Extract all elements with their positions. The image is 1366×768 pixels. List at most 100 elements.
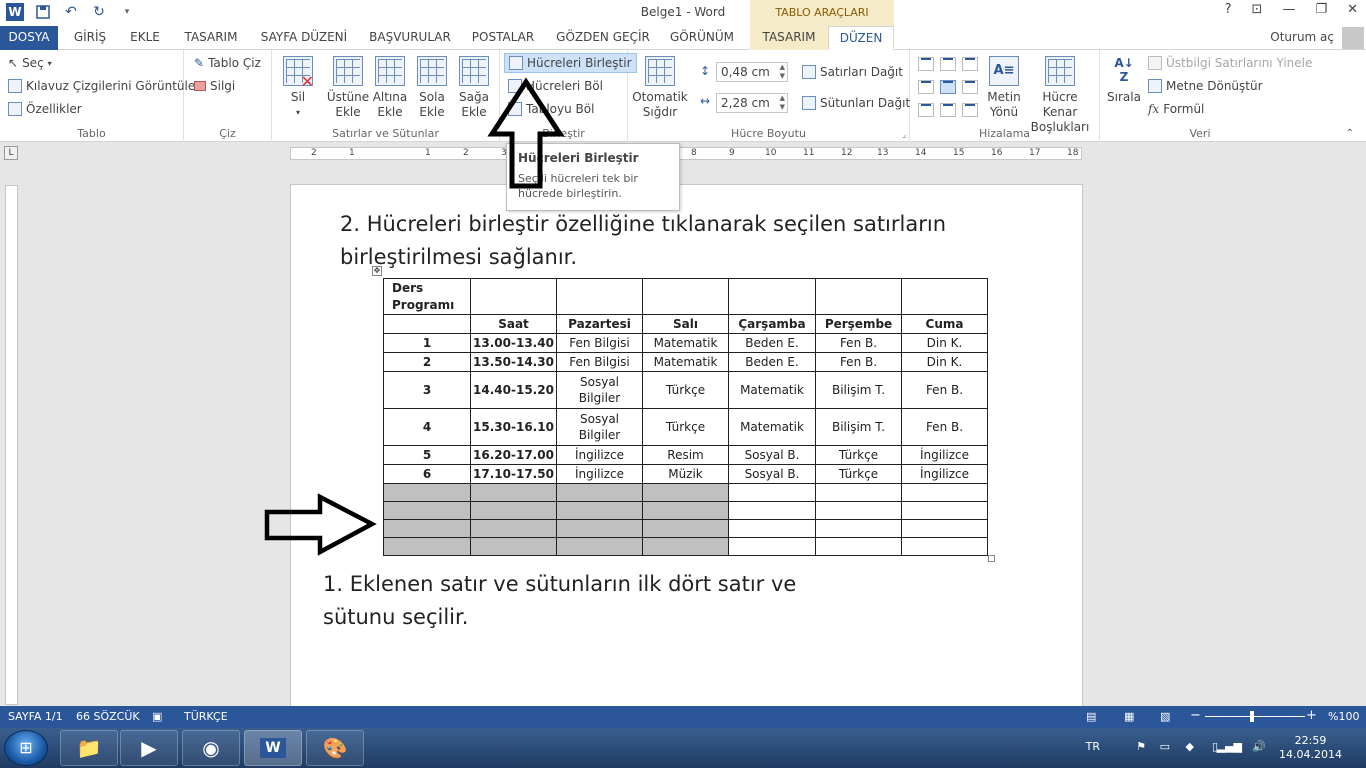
table-cell[interactable] [556, 278, 643, 315]
table-cell[interactable] [901, 278, 988, 315]
tab-file[interactable]: DOSYA [0, 26, 58, 50]
selected-cell[interactable] [556, 501, 643, 520]
properties-button[interactable]: Özellikler [8, 102, 82, 116]
start-button[interactable]: ⊞ [4, 730, 48, 766]
delete-button[interactable]: ✕ Sil ▾ [276, 56, 320, 120]
zoom-in-button[interactable]: + [1306, 708, 1317, 723]
autofit-button[interactable]: Otomatik Sığdır [632, 56, 688, 120]
table-cell[interactable]: Matematik [642, 333, 729, 353]
merge-cells-button[interactable]: Hücreleri Birleştir [504, 53, 637, 73]
selected-cell[interactable] [642, 537, 729, 556]
table-cell[interactable]: Fen Bilgisi [556, 352, 643, 372]
proofing-icon[interactable]: ▣ [152, 710, 162, 723]
minimize-icon[interactable]: — [1282, 2, 1295, 17]
repeat-header-rows-button[interactable]: Üstbilgi Satırlarını Yinele [1148, 56, 1312, 70]
chrome-icon[interactable]: ◉ [182, 730, 240, 766]
table-cell[interactable]: 13.50-14.30 [470, 352, 557, 372]
table-cell[interactable]: Sosyal Bilgiler [556, 408, 643, 446]
table-header-cell[interactable]: Çarşamba [728, 314, 816, 334]
tab-mailings[interactable]: POSTALAR [466, 26, 540, 50]
table-cell[interactable]: Bilişim T. [815, 371, 902, 409]
insert-left-button[interactable]: Sola Ekle [410, 56, 454, 120]
paint-icon[interactable]: 🎨 [306, 730, 364, 766]
language-indicator[interactable]: TÜRKÇE [184, 710, 228, 723]
tab-insert[interactable]: EKLE [124, 26, 166, 50]
align-middle-left-icon[interactable] [918, 80, 934, 94]
align-top-right-icon[interactable] [962, 57, 978, 71]
table-cell[interactable]: Türkçe [815, 445, 902, 465]
table-cell[interactable]: Matematik [728, 408, 816, 446]
table-cell[interactable]: Sosyal B. [728, 445, 816, 465]
tab-view[interactable]: GÖRÜNÜM [664, 26, 740, 50]
table-cell[interactable]: İngilizce [901, 445, 988, 465]
selected-cell[interactable] [470, 501, 557, 520]
table-cell[interactable]: 2 [383, 352, 471, 372]
page-count[interactable]: SAYFA 1/1 [8, 710, 63, 723]
schedule-table[interactable]: Ders Programı Saat Pazartesi Salı Çarşamba Pe… [383, 278, 988, 556]
table-resize-handle[interactable] [988, 555, 995, 562]
table-title-cell[interactable]: Ders Programı [383, 278, 471, 315]
view-gridlines-button[interactable]: Kılavuz Çizgilerini Görüntüle [8, 79, 195, 93]
distribute-cols-button[interactable]: Sütunları Dağıt [802, 96, 910, 110]
tab-design[interactable]: TASARIM [178, 26, 244, 50]
selected-cell[interactable] [383, 519, 471, 538]
table-cell[interactable]: Matematik [642, 352, 729, 372]
table-cell[interactable] [815, 483, 902, 502]
align-bottom-right-icon[interactable] [962, 103, 978, 117]
table-cell[interactable]: Matematik [728, 371, 816, 409]
input-language[interactable]: TR [1086, 740, 1100, 753]
table-cell[interactable] [728, 483, 816, 502]
table-cell[interactable] [642, 278, 729, 315]
zoom-slider[interactable] [1205, 716, 1305, 717]
table-cell[interactable] [815, 278, 902, 315]
table-cell[interactable] [901, 501, 988, 520]
table-header-cell[interactable]: Pazartesi [556, 314, 643, 334]
insert-below-button[interactable]: Altına Ekle [368, 56, 412, 120]
table-move-handle-icon[interactable]: ✥ [372, 266, 382, 276]
tab-home[interactable]: GİRİŞ [64, 26, 116, 50]
table-cell[interactable]: 15.30-16.10 [470, 408, 557, 446]
table-cell[interactable] [728, 519, 816, 538]
maximize-icon[interactable]: ❐ [1315, 2, 1327, 17]
read-mode-icon[interactable]: ▤ [1086, 710, 1096, 723]
word-taskbar-icon[interactable]: W [244, 730, 302, 766]
select-button[interactable]: ↖ Seç ▾ [8, 56, 52, 70]
align-middle-right-icon[interactable] [962, 80, 978, 94]
table-cell[interactable]: Bilişim T. [815, 408, 902, 446]
sort-button[interactable]: A↓ Z Sırala [1102, 56, 1146, 105]
table-cell[interactable]: Fen B. [815, 333, 902, 353]
align-bottom-center-icon[interactable] [940, 103, 956, 117]
table-header-cell[interactable]: Perşembe [815, 314, 902, 334]
instruction-step-1[interactable]: 1. Eklenen satır ve sütunların ilk dört … [323, 568, 796, 634]
table-cell[interactable]: Beden E. [728, 333, 816, 353]
cell-margins-button[interactable]: Hücre Kenar Boşlukları [1024, 56, 1096, 135]
tab-references[interactable]: BAŞVURULAR [364, 26, 456, 50]
flag-icon[interactable]: ⚑ [1136, 740, 1146, 753]
print-layout-icon[interactable]: ▦ [1124, 710, 1134, 723]
help-icon[interactable]: ? [1225, 2, 1232, 17]
table-cell[interactable]: Resim [642, 445, 729, 465]
table-header-cell[interactable] [383, 314, 471, 334]
dialog-launcher-icon[interactable]: ⌟ [902, 130, 906, 139]
close-icon[interactable]: ✕ [1347, 2, 1358, 17]
table-cell[interactable] [470, 278, 557, 315]
selected-cell[interactable] [642, 519, 729, 538]
column-width-input[interactable]: 2,28 cm ▲ ▼ [716, 93, 788, 113]
instruction-step-2[interactable]: 2. Hücreleri birleştir özelliğine tıklan… [340, 208, 946, 274]
table-cell[interactable] [815, 519, 902, 538]
table-cell[interactable]: Fen Bilgisi [556, 333, 643, 353]
vertical-ruler[interactable] [5, 185, 18, 705]
web-layout-icon[interactable]: ▧ [1160, 710, 1170, 723]
table-cell[interactable]: Beden E. [728, 352, 816, 372]
tab-review[interactable]: GÖZDEN GEÇİR [552, 26, 654, 50]
text-direction-button[interactable]: A≡ Metin Yönü [982, 56, 1026, 120]
tab-page-layout[interactable]: SAYFA DÜZENİ [256, 26, 352, 50]
align-top-center-icon[interactable] [940, 57, 956, 71]
table-cell[interactable]: Sosyal B. [728, 464, 816, 484]
selected-cell[interactable] [642, 501, 729, 520]
align-top-left-icon[interactable] [918, 57, 934, 71]
table-cell[interactable] [815, 501, 902, 520]
convert-to-text-button[interactable]: Metne Dönüştür [1148, 79, 1263, 93]
row-height-spinner[interactable]: ▲ ▼ [780, 63, 785, 81]
table-header-cell[interactable]: Salı [642, 314, 729, 334]
